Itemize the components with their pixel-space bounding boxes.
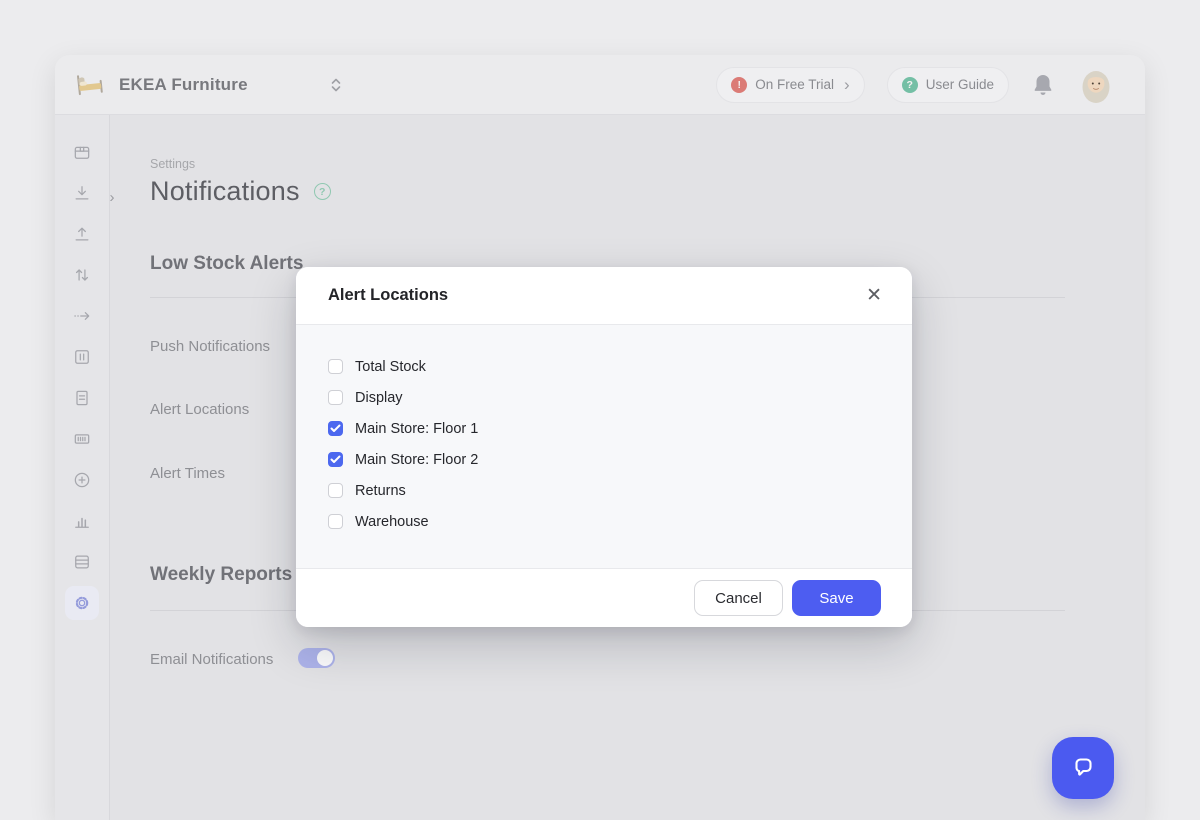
option-main-store-floor-1[interactable]: Main Store: Floor 1 (328, 413, 880, 444)
user-avatar[interactable] (1077, 66, 1115, 104)
page-help-icon[interactable]: ? (314, 183, 331, 200)
company-name: EKEA Furniture (119, 75, 248, 95)
chevron-right-icon: › (844, 76, 850, 93)
checkbox-label: Total Stock (355, 359, 426, 375)
sidebar-item-bar-chart-icon[interactable] (55, 500, 109, 541)
sidebar-item-barcode-icon[interactable] (55, 418, 109, 459)
row-label-email-notifications: Email Notifications (150, 651, 273, 668)
free-trial-button[interactable]: ! On Free Trial › (716, 67, 864, 103)
breadcrumb: Settings (150, 157, 195, 171)
page-title: Notifications (150, 176, 300, 207)
modal-footer: Cancel Save (296, 568, 912, 627)
checkbox[interactable] (328, 390, 343, 405)
checkbox-label: Returns (355, 483, 406, 499)
sidebar-item-transfer-icon[interactable] (55, 254, 109, 295)
company-logo-bed-icon (74, 71, 106, 98)
company-switcher-icon[interactable] (330, 77, 342, 93)
option-display[interactable]: Display (328, 382, 880, 413)
modal-close-icon[interactable]: ✕ (862, 282, 886, 309)
user-guide-label: User Guide (926, 77, 994, 92)
checkbox-label: Display (355, 390, 403, 406)
topbar: EKEA Furniture ! On Free Trial › ? User … (55, 55, 1145, 115)
sidebar (55, 115, 110, 820)
checkbox[interactable] (328, 421, 343, 436)
sidebar-item-settings-gear-icon[interactable] (55, 582, 109, 623)
modal-body: Total Stock Display Main Store: Floor 1 … (296, 325, 912, 568)
trial-alert-icon: ! (731, 77, 747, 93)
row-label-alert-times: Alert Times (150, 465, 225, 482)
sidebar-item-arrow-right-dashed-icon[interactable] (55, 295, 109, 336)
checkbox[interactable] (328, 452, 343, 467)
brand: EKEA Furniture (55, 73, 342, 97)
cancel-button[interactable]: Cancel (694, 580, 783, 616)
checkbox-label: Warehouse (355, 514, 429, 530)
option-returns[interactable]: Returns (328, 475, 880, 506)
sidebar-item-database-icon[interactable] (55, 541, 109, 582)
sidebar-item-storage-box-icon[interactable] (55, 131, 109, 172)
option-total-stock[interactable]: Total Stock (328, 351, 880, 382)
desktop-background: EKEA Furniture ! On Free Trial › ? User … (0, 0, 1200, 820)
modal-title: Alert Locations (328, 286, 448, 305)
sidebar-item-add-circle-icon[interactable] (55, 459, 109, 500)
notifications-bell-icon[interactable] (1031, 72, 1055, 98)
page-title-row: Notifications ? (150, 176, 331, 207)
row-label-alert-locations: Alert Locations (150, 401, 249, 418)
checkbox-label: Main Store: Floor 1 (355, 421, 478, 437)
section-weekly-reports-title: Weekly Reports (150, 564, 292, 586)
sidebar-item-stock-adjust-icon[interactable] (55, 336, 109, 377)
sidebar-active-highlight (65, 586, 99, 620)
guide-question-icon: ? (902, 77, 918, 93)
chat-bubble-icon (1068, 753, 1098, 783)
row-label-push-notifications: Push Notifications (150, 338, 270, 355)
email-notifications-toggle[interactable] (298, 648, 335, 668)
trial-label: On Free Trial (755, 77, 834, 92)
checkbox[interactable] (328, 483, 343, 498)
chat-launcher-button[interactable] (1052, 737, 1114, 799)
sidebar-item-document-icon[interactable] (55, 377, 109, 418)
checkbox[interactable] (328, 514, 343, 529)
toggle-knob (317, 650, 333, 666)
topbar-right: ! On Free Trial › ? User Guide (716, 66, 1145, 104)
save-button[interactable]: Save (792, 580, 881, 616)
section-low-stock-title: Low Stock Alerts (150, 253, 303, 275)
option-warehouse[interactable]: Warehouse (328, 506, 880, 537)
modal-header: Alert Locations ✕ (296, 267, 912, 325)
checkbox-label: Main Store: Floor 2 (355, 452, 478, 468)
option-main-store-floor-2[interactable]: Main Store: Floor 2 (328, 444, 880, 475)
alert-locations-modal: Alert Locations ✕ Total Stock Display Ma… (296, 267, 912, 627)
checkbox[interactable] (328, 359, 343, 374)
user-guide-button[interactable]: ? User Guide (887, 67, 1009, 103)
sidebar-item-upload-icon[interactable] (55, 213, 109, 254)
